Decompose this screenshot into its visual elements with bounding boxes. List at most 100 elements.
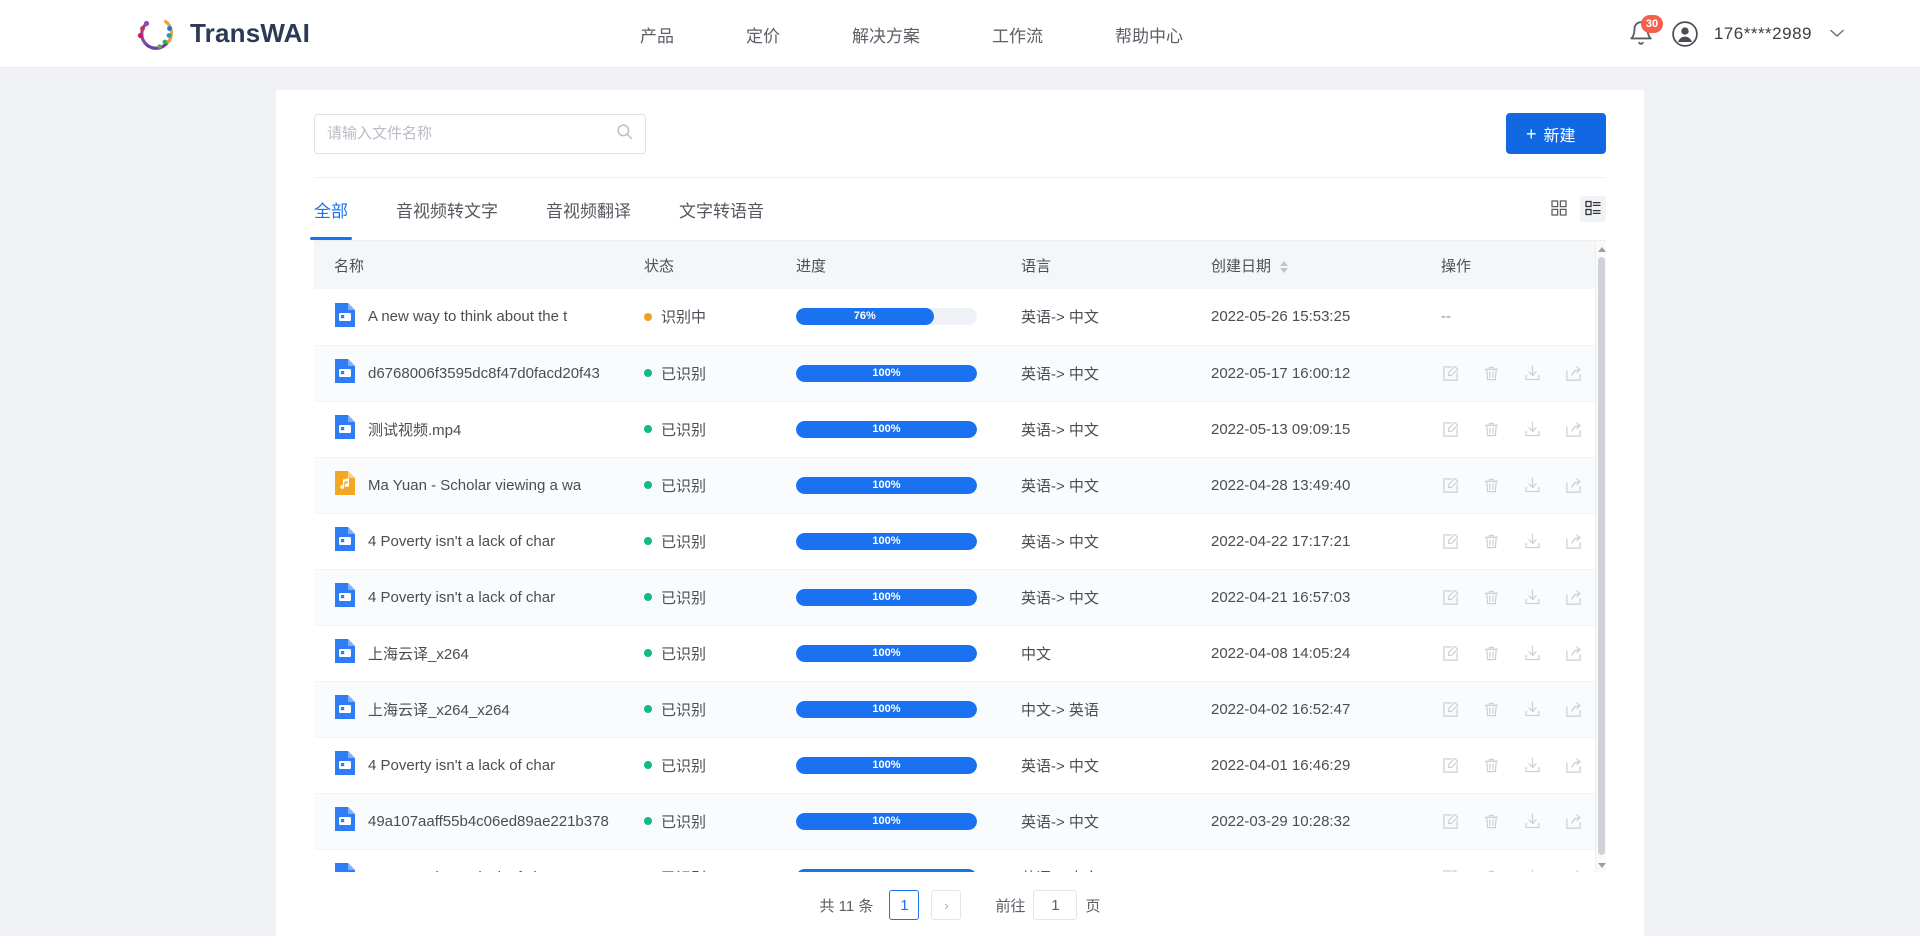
tab-all[interactable]: 全部 xyxy=(310,178,352,240)
share-icon[interactable] xyxy=(1564,364,1583,383)
table-row[interactable]: A new way to think about the t 识别中 76% 英语->… xyxy=(314,289,1606,345)
scroll-down-icon[interactable] xyxy=(1597,859,1606,871)
delete-icon[interactable] xyxy=(1482,644,1501,663)
file-name-label[interactable]: 4 Poverty isn't a lack of char xyxy=(368,757,555,774)
share-icon[interactable] xyxy=(1564,476,1583,495)
share-icon[interactable] xyxy=(1564,812,1583,831)
file-name-label[interactable]: A new way to think about the t xyxy=(368,308,567,325)
nav-item-help-center[interactable]: 帮助中心 xyxy=(1115,22,1183,47)
nav-item-solutions[interactable]: 解决方案 xyxy=(852,22,920,47)
cell-actions xyxy=(1441,625,1606,681)
download-icon[interactable] xyxy=(1523,588,1542,607)
tab-av-translation[interactable]: 音视频翻译 xyxy=(546,178,631,240)
table-row[interactable]: d6768006f3595dc8f47d0facd20f43 已识别 100% 英语-… xyxy=(314,345,1606,401)
pagination-jump-suffix: 页 xyxy=(1085,897,1101,915)
table-row[interactable]: 4 Poverty isn't a lack of char 已识别 100% 英语-… xyxy=(314,569,1606,625)
video-file-icon xyxy=(334,526,356,556)
column-header-date[interactable]: 创建日期 xyxy=(1211,241,1441,289)
edit-icon[interactable] xyxy=(1441,812,1460,831)
edit-icon[interactable] xyxy=(1441,644,1460,663)
table-row[interactable]: 4 Poverty isn't a lack of char 已识别 100% 英语-… xyxy=(314,513,1606,569)
chevron-down-icon[interactable] xyxy=(1830,25,1844,43)
tab-text-to-speech[interactable]: 文字转语音 xyxy=(679,178,764,240)
delete-icon[interactable] xyxy=(1482,700,1501,719)
download-icon[interactable] xyxy=(1523,868,1542,872)
share-icon[interactable] xyxy=(1564,532,1583,551)
list-view-button[interactable] xyxy=(1580,196,1606,222)
video-file-icon xyxy=(334,806,356,836)
nav-item-pricing[interactable]: 定价 xyxy=(746,22,780,47)
table-row[interactable]: 上海云译_x264 已识别 100% 中文 2022-04-08 14:05:24 xyxy=(314,625,1606,681)
edit-icon[interactable] xyxy=(1441,532,1460,551)
edit-icon[interactable] xyxy=(1441,756,1460,775)
table-row[interactable]: Ma Yuan - Scholar viewing a wa 已识别 100% 英语-… xyxy=(314,457,1606,513)
user-phone-label: 176****2989 xyxy=(1713,24,1812,43)
pagination-next-button[interactable]: › xyxy=(931,890,962,920)
tab-av-to-text[interactable]: 音视频转文字 xyxy=(396,178,498,240)
file-name-label[interactable]: 4 Poverty isn't a lack of char xyxy=(368,589,555,606)
delete-icon[interactable] xyxy=(1482,868,1501,872)
edit-icon[interactable] xyxy=(1441,700,1460,719)
grid-view-button[interactable] xyxy=(1546,196,1572,222)
share-icon[interactable] xyxy=(1564,588,1583,607)
edit-icon[interactable] xyxy=(1441,868,1460,872)
download-icon[interactable] xyxy=(1523,756,1542,775)
table-row[interactable]: 4 Poverty isn't a lack of char 已识别 100% 英语-… xyxy=(314,849,1606,872)
scroll-up-icon[interactable] xyxy=(1597,243,1606,255)
column-header-status: 状态 xyxy=(644,241,796,289)
cell-status: 已识别 xyxy=(644,849,796,873)
delete-icon[interactable] xyxy=(1482,812,1501,831)
download-icon[interactable] xyxy=(1523,812,1542,831)
search-input[interactable] xyxy=(327,125,616,142)
table-row[interactable]: 上海云译_x264_x264 已识别 100% 中文-> 英语 2022-04-02 1… xyxy=(314,681,1606,737)
file-name-label[interactable]: 4 Poverty isn't a lack of char xyxy=(368,869,555,873)
edit-icon[interactable] xyxy=(1441,588,1460,607)
progress-bar: 100% xyxy=(796,532,977,550)
table-row[interactable]: 4 Poverty isn't a lack of char 已识别 100% 英语-… xyxy=(314,737,1606,793)
share-icon[interactable] xyxy=(1564,420,1583,439)
download-icon[interactable] xyxy=(1523,364,1542,383)
delete-icon[interactable] xyxy=(1482,420,1501,439)
notifications-button[interactable]: 30 xyxy=(1628,15,1664,48)
file-name-label[interactable]: Ma Yuan - Scholar viewing a wa xyxy=(368,477,581,494)
file-name-label[interactable]: 49a107aaff55b4c06ed89ae221b378 xyxy=(368,813,609,830)
edit-icon[interactable] xyxy=(1441,420,1460,439)
pagination-page-1[interactable]: 1 xyxy=(889,890,920,920)
scrollbar-thumb[interactable] xyxy=(1598,257,1605,855)
nav-item-workflow[interactable]: 工作流 xyxy=(992,22,1043,47)
download-icon[interactable] xyxy=(1523,644,1542,663)
nav-item-products[interactable]: 产品 xyxy=(640,22,674,47)
file-name-label[interactable]: 上海云译_x264_x264 xyxy=(368,699,510,720)
file-name-label[interactable]: 4 Poverty isn't a lack of char xyxy=(368,533,555,550)
edit-icon[interactable] xyxy=(1441,364,1460,383)
table-row[interactable]: 测试视频.mp4 已识别 100% 英语-> 中文 2022-05-13 09:09:1… xyxy=(314,401,1606,457)
cell-name: 49a107aaff55b4c06ed89ae221b378 xyxy=(314,793,644,849)
download-icon[interactable] xyxy=(1523,476,1542,495)
share-icon[interactable] xyxy=(1564,868,1583,872)
brand[interactable]: TransWAI xyxy=(133,12,310,56)
delete-icon[interactable] xyxy=(1482,588,1501,607)
sort-arrows-icon[interactable] xyxy=(1280,260,1289,273)
table-scrollbar[interactable] xyxy=(1595,241,1606,872)
delete-icon[interactable] xyxy=(1482,756,1501,775)
delete-icon[interactable] xyxy=(1482,476,1501,495)
download-icon[interactable] xyxy=(1523,700,1542,719)
search-icon[interactable] xyxy=(616,123,633,145)
share-icon[interactable] xyxy=(1564,644,1583,663)
new-button[interactable]: + 新建 xyxy=(1506,113,1606,154)
delete-icon[interactable] xyxy=(1482,532,1501,551)
download-icon[interactable] xyxy=(1523,420,1542,439)
table-row[interactable]: 49a107aaff55b4c06ed89ae221b378 已识别 100% 英语-… xyxy=(314,793,1606,849)
status-dot-icon xyxy=(644,705,652,713)
share-icon[interactable] xyxy=(1564,756,1583,775)
download-icon[interactable] xyxy=(1523,532,1542,551)
avatar[interactable] xyxy=(1672,21,1698,47)
search-box[interactable] xyxy=(314,113,646,154)
file-name-label[interactable]: 上海云译_x264 xyxy=(368,643,469,664)
file-name-label[interactable]: d6768006f3595dc8f47d0facd20f43 xyxy=(368,365,600,382)
file-name-label[interactable]: 测试视频.mp4 xyxy=(368,419,461,440)
edit-icon[interactable] xyxy=(1441,476,1460,495)
delete-icon[interactable] xyxy=(1482,364,1501,383)
share-icon[interactable] xyxy=(1564,700,1583,719)
pagination-jump-input[interactable] xyxy=(1033,890,1078,920)
